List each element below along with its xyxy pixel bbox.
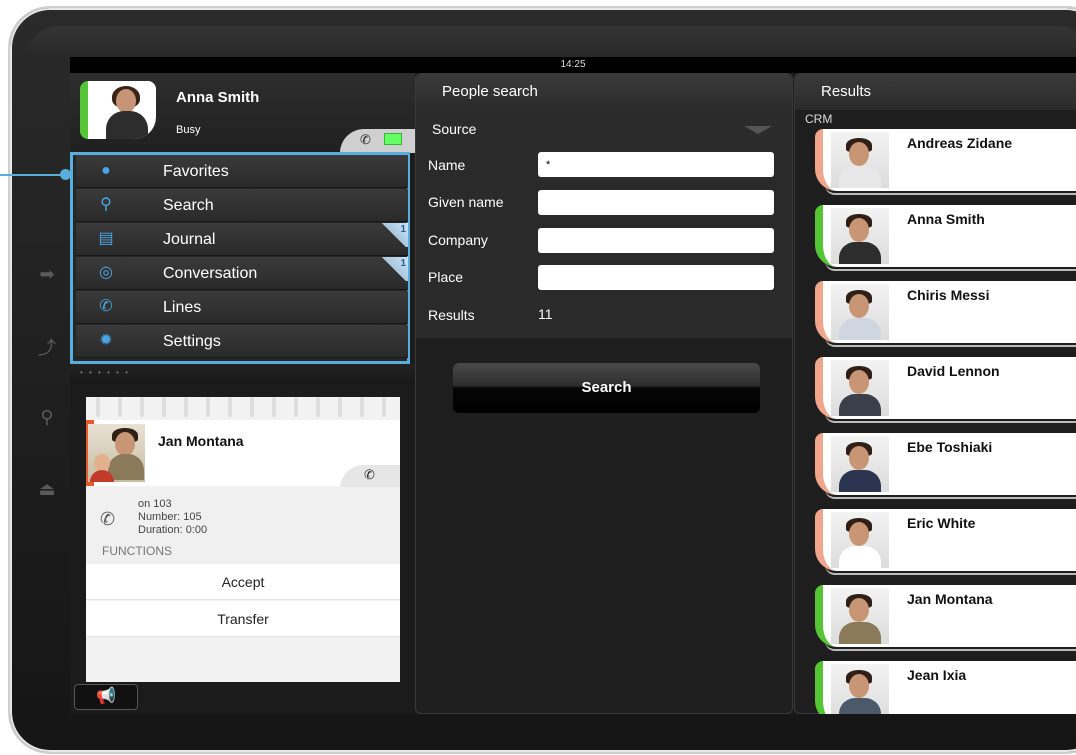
main-menu: ● Favorites ⚲ Search ▤ Journal 1 ◎ Conve… — [70, 152, 410, 364]
name-label: Name — [428, 157, 466, 173]
contact-avatar — [831, 208, 889, 264]
phone-icon: ✆ — [364, 467, 375, 482]
place-label: Place — [428, 269, 464, 285]
given-name-field[interactable] — [538, 190, 774, 215]
menu-item-label: Settings — [163, 333, 221, 350]
person-icon: ● — [101, 162, 111, 179]
result-card[interactable]: Andreas Zidane — [815, 129, 1076, 191]
company-label: Company — [428, 232, 488, 248]
contact-avatar — [831, 436, 889, 492]
contact-avatar — [831, 664, 889, 714]
notebook-icon: ▤ — [98, 230, 114, 247]
share-arrow-icon[interactable]: ⤴ — [34, 337, 60, 359]
caller-name: Jan Montana — [158, 433, 244, 449]
results-title: Results — [795, 74, 1076, 110]
people-search-panel: People search Source Name Given name Com… — [415, 73, 793, 714]
battery-icon — [384, 133, 402, 145]
contact-avatar — [831, 360, 889, 416]
status-bar-time: 14:25 — [70, 57, 1076, 73]
panel-title: People search — [416, 74, 792, 110]
search-icon[interactable]: ⚲ — [34, 406, 60, 428]
contact-avatar — [831, 132, 889, 188]
incoming-call-icon: ✆ — [100, 509, 116, 529]
megaphone-icon[interactable]: 📢 — [74, 684, 138, 710]
contact-avatar — [831, 588, 889, 644]
journal-badge: 1 — [380, 223, 408, 247]
menu-item-label: Lines — [163, 299, 202, 316]
user-status: Busy — [176, 124, 201, 136]
contact-name: Andreas Zidane — [907, 135, 1013, 151]
result-card[interactable]: Jean Ixia — [815, 661, 1076, 714]
menu-item-search[interactable]: ⚲ Search — [76, 189, 408, 222]
menu-item-journal[interactable]: ▤ Journal 1 — [76, 223, 408, 256]
call-line: on 103 — [138, 498, 172, 510]
place-field[interactable] — [538, 265, 774, 290]
user-name: Anna Smith — [176, 89, 260, 106]
call-duration: Duration: 0:00 — [138, 524, 208, 536]
gear-icon: ✹ — [99, 332, 113, 349]
source-label: Source — [432, 121, 477, 137]
company-field[interactable] — [538, 228, 774, 253]
transfer-button[interactable]: Transfer — [86, 601, 400, 637]
menu-item-label: Conversation — [163, 265, 258, 282]
results-panel: Results CRM Andreas Zidane Anna Smith Chir… — [794, 73, 1076, 714]
search-form: Name Given name Company Place Results 11 — [416, 148, 792, 338]
call-number: Number: 105 — [138, 511, 202, 523]
callout-line — [0, 174, 62, 176]
menu-item-label: Journal — [163, 231, 216, 248]
magnifier-icon: ⚲ — [100, 196, 112, 213]
eject-icon[interactable]: ⏏ — [34, 478, 60, 500]
panel-grip[interactable]: • • • • • • — [70, 364, 415, 384]
contact-name: Chiris Messi — [907, 287, 990, 303]
phone-icon: ✆ — [360, 132, 371, 147]
menu-item-settings[interactable]: ✹ Settings — [76, 325, 408, 358]
name-field[interactable] — [538, 152, 774, 177]
conversation-badge: 1 — [380, 257, 408, 281]
contact-name: David Lennon — [907, 363, 1000, 379]
search-button[interactable]: Search — [453, 363, 760, 413]
user-tab — [340, 129, 415, 153]
contact-avatar — [831, 512, 889, 568]
speech-bubble-icon: ◎ — [99, 264, 113, 281]
result-card[interactable]: Anna Smith — [815, 205, 1076, 267]
contact-name: Eric White — [907, 515, 976, 531]
source-select[interactable]: Source — [416, 110, 792, 148]
result-card[interactable]: Eric White — [815, 509, 1076, 571]
contact-name: Jean Ixia — [907, 667, 967, 683]
group-label: CRM — [805, 112, 833, 126]
functions-label: FUNCTIONS — [102, 544, 172, 558]
accept-button[interactable]: Accept — [86, 564, 400, 600]
contact-name: Ebe Toshiaki — [907, 439, 993, 455]
menu-item-lines[interactable]: ✆ Lines — [76, 291, 408, 324]
results-count: 11 — [538, 306, 553, 322]
menu-item-favorites[interactable]: ● Favorites — [76, 155, 408, 188]
result-card[interactable]: Jan Montana — [815, 585, 1076, 647]
chevron-down-icon — [744, 126, 772, 134]
result-card[interactable]: Ebe Toshiaki — [815, 433, 1076, 495]
given-name-label: Given name — [428, 194, 504, 210]
user-avatar — [80, 81, 156, 139]
menu-item-conversation[interactable]: ◎ Conversation 1 — [76, 257, 408, 290]
contact-avatar — [831, 284, 889, 340]
phone-line-icon: ✆ — [99, 298, 113, 315]
results-label: Results — [428, 307, 475, 323]
result-card[interactable]: Chiris Messi — [815, 281, 1076, 343]
caller-avatar — [88, 424, 145, 482]
arrow-right-icon[interactable]: ➡ — [34, 263, 60, 285]
tablet-frame: ➡ ⤴ ⚲ ⏏ 14:25 Anna Smith Busy ✆ ● Favori… — [0, 0, 1076, 755]
contact-name: Anna Smith — [907, 211, 985, 227]
result-card[interactable]: David Lennon — [815, 357, 1076, 419]
menu-item-label: Favorites — [163, 163, 229, 180]
menu-item-label: Search — [163, 197, 214, 214]
app-screen: 14:25 Anna Smith Busy ✆ ● Favorites ⚲ Se… — [70, 57, 1076, 714]
contact-name: Jan Montana — [907, 591, 993, 607]
